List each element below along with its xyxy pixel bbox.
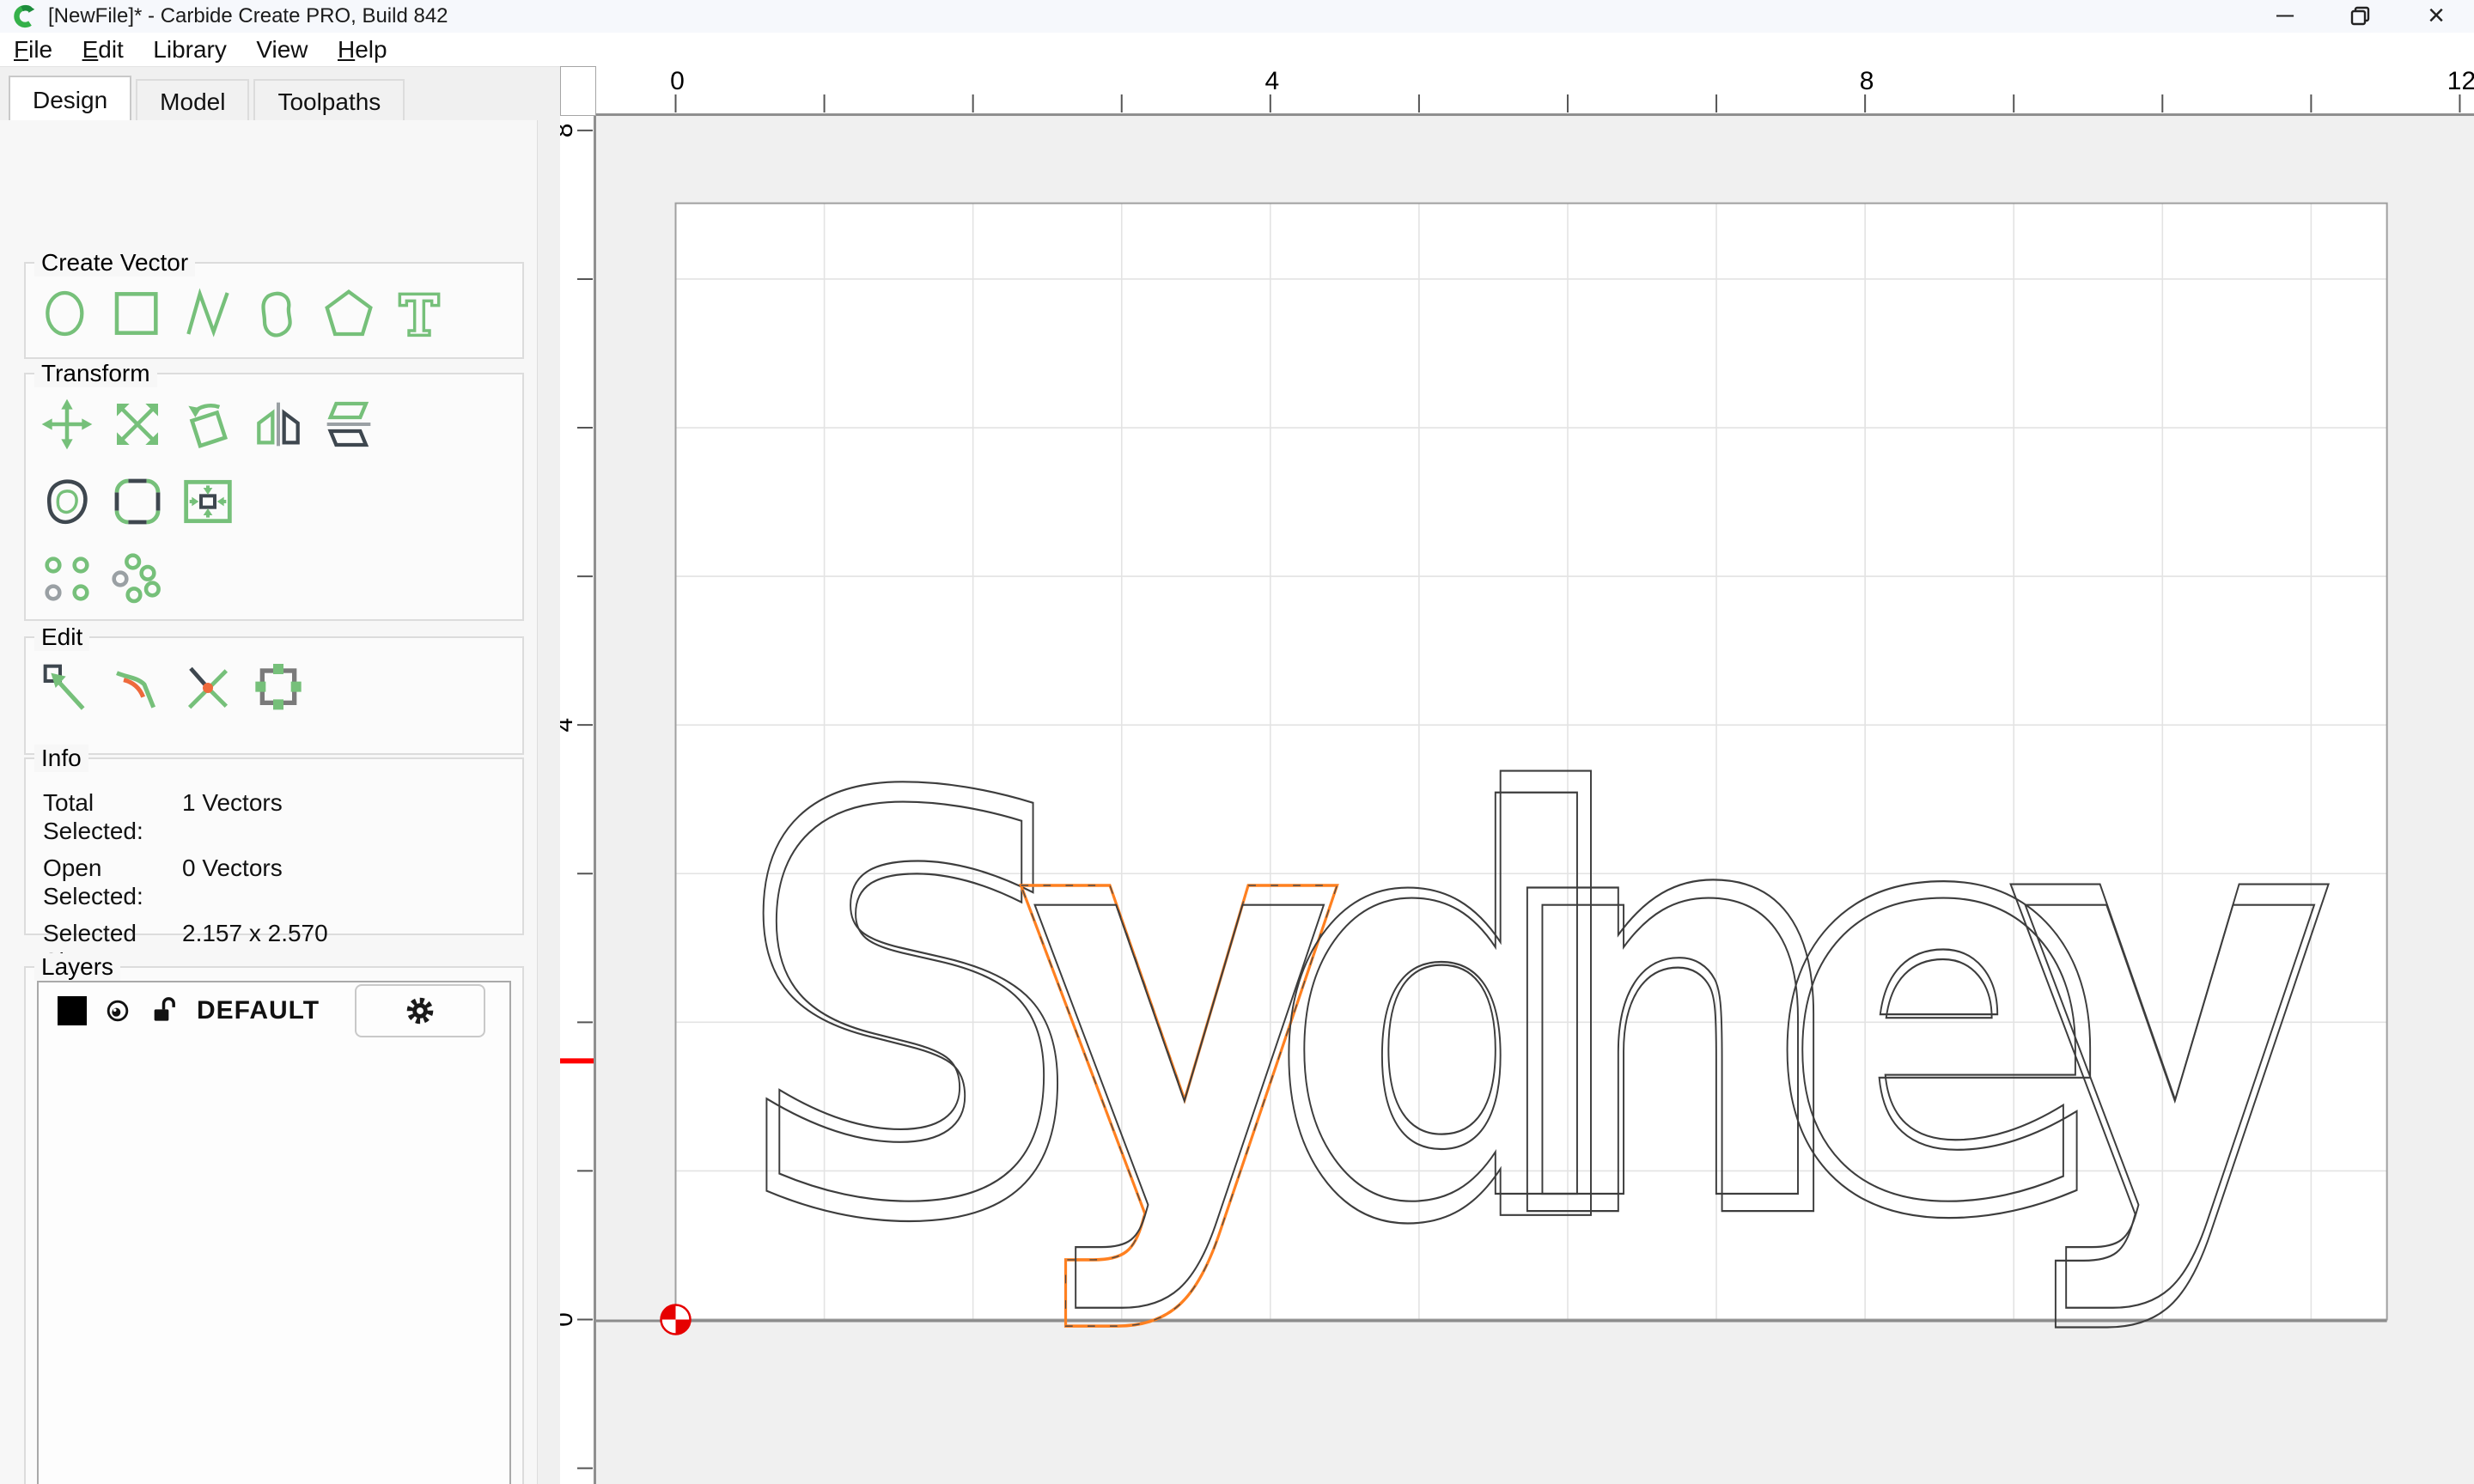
ruler-top: 0 4 8 12 xyxy=(596,66,2474,116)
tab-model[interactable]: Model xyxy=(136,79,249,122)
menu-library[interactable]: Library xyxy=(153,33,227,66)
info-open-selected-value: 0 Vectors xyxy=(182,854,283,910)
sidebar-tab-bar: DesignModelToolpaths xyxy=(9,76,409,122)
origin-marker[interactable] xyxy=(661,1305,691,1335)
svg-text:0: 0 xyxy=(670,67,685,95)
node-edit-tool-icon[interactable] xyxy=(40,660,94,715)
tab-toolpaths[interactable]: Toolpaths xyxy=(253,79,405,122)
carbide-create-logo-icon xyxy=(12,4,36,28)
menu-view[interactable]: View xyxy=(256,33,308,66)
svg-text:8: 8 xyxy=(560,124,578,138)
info-open-selected: Open Selected: 0 Vectors xyxy=(43,854,522,910)
polygon-tool-icon[interactable] xyxy=(321,286,376,341)
title-bar: [NewFile]* - Carbide Create PRO, Build 8… xyxy=(0,0,2474,33)
layers-title: Layers xyxy=(34,953,120,981)
rotate-tool-icon[interactable] xyxy=(180,397,235,452)
menu-file[interactable]: File xyxy=(14,33,52,66)
design-canvas[interactable]: SSyyyddnneeyy xyxy=(596,116,2474,1484)
rectangle-tool-icon[interactable] xyxy=(110,286,165,341)
mirror-horizontal-tool-icon[interactable] xyxy=(251,397,306,452)
edit-group: Edit xyxy=(24,636,524,755)
polyline-tool-icon[interactable] xyxy=(180,286,235,341)
ruler-corner-box xyxy=(560,66,596,116)
info-total-selected-value: 1 Vectors xyxy=(182,788,283,845)
minimize-icon: ─ xyxy=(2276,2,2294,28)
offset-tool-icon[interactable] xyxy=(40,474,94,529)
transform-group: Transform xyxy=(24,373,524,621)
menu-edit[interactable]: Edit xyxy=(82,33,124,66)
menu-bar: File Edit Library View Help xyxy=(0,33,2474,67)
application-window: [NewFile]* - Carbide Create PRO, Build 8… xyxy=(0,0,2474,1484)
circle-tool-icon[interactable] xyxy=(40,286,94,341)
transform-title: Transform xyxy=(34,360,157,387)
create-vector-title: Create Vector xyxy=(34,249,195,277)
curve-tool-icon[interactable] xyxy=(251,286,306,341)
trim-vectors-tool-icon[interactable] xyxy=(180,660,235,715)
fit-to-stock-tool-icon[interactable] xyxy=(180,474,235,529)
ruler-cursor-indicator xyxy=(560,1058,594,1063)
layers-group: Layers DEFAULT xyxy=(24,966,524,1484)
resize-handles-tool-icon[interactable] xyxy=(251,660,306,715)
fillet-node-tool-icon[interactable] xyxy=(110,660,165,715)
restore-icon xyxy=(2349,5,2372,27)
info-total-selected: Total Selected: 1 Vectors xyxy=(43,788,522,845)
layer-visibility-eye-icon[interactable] xyxy=(101,994,135,1028)
restore-button[interactable] xyxy=(2323,0,2398,33)
design-sidebar: Create Vector Transform xyxy=(0,120,538,1484)
layer-list: DEFAULT xyxy=(37,981,511,1484)
info-title: Info xyxy=(34,745,88,772)
text-tool-icon[interactable] xyxy=(392,286,447,341)
menu-help[interactable]: Help xyxy=(338,33,387,66)
layer-color-swatch[interactable] xyxy=(58,996,87,1025)
ruler-left: 0 4 8 xyxy=(560,116,596,1484)
align-tool-icon[interactable] xyxy=(40,551,94,606)
info-group: Info Total Selected: 1 Vectors Open Sele… xyxy=(24,757,524,935)
layer-unlocked-icon[interactable] xyxy=(149,994,183,1028)
vector-letter-y-5[interactable]: y xyxy=(2020,703,2323,1319)
window-title: [NewFile]* - Carbide Create PRO, Build 8… xyxy=(48,0,448,33)
svg-text:4: 4 xyxy=(1264,67,1279,95)
edit-title: Edit xyxy=(34,623,89,651)
move-tool-icon[interactable] xyxy=(40,397,94,452)
svg-text:4: 4 xyxy=(560,718,578,733)
vector-design-sydney: SSyyyddnneeyy xyxy=(727,663,2337,1353)
fillet-corners-tool-icon[interactable] xyxy=(110,474,165,529)
close-button[interactable]: × xyxy=(2398,0,2474,33)
scale-tool-icon[interactable] xyxy=(110,397,165,452)
gear-icon xyxy=(402,993,438,1029)
mirror-vertical-tool-icon[interactable] xyxy=(321,397,376,452)
create-vector-group: Create Vector xyxy=(24,262,524,359)
svg-text:12: 12 xyxy=(2447,67,2474,95)
layer-settings-button[interactable] xyxy=(355,984,485,1037)
layer-row-default[interactable]: DEFAULT xyxy=(39,982,509,1039)
close-icon: × xyxy=(2428,0,2445,32)
minimize-button[interactable]: ─ xyxy=(2247,0,2323,33)
svg-text:0: 0 xyxy=(560,1312,578,1327)
nest-tool-icon[interactable] xyxy=(110,551,165,606)
tab-design[interactable]: Design xyxy=(9,76,131,122)
layer-name: DEFAULT xyxy=(197,996,320,1025)
svg-text:8: 8 xyxy=(1860,67,1874,95)
